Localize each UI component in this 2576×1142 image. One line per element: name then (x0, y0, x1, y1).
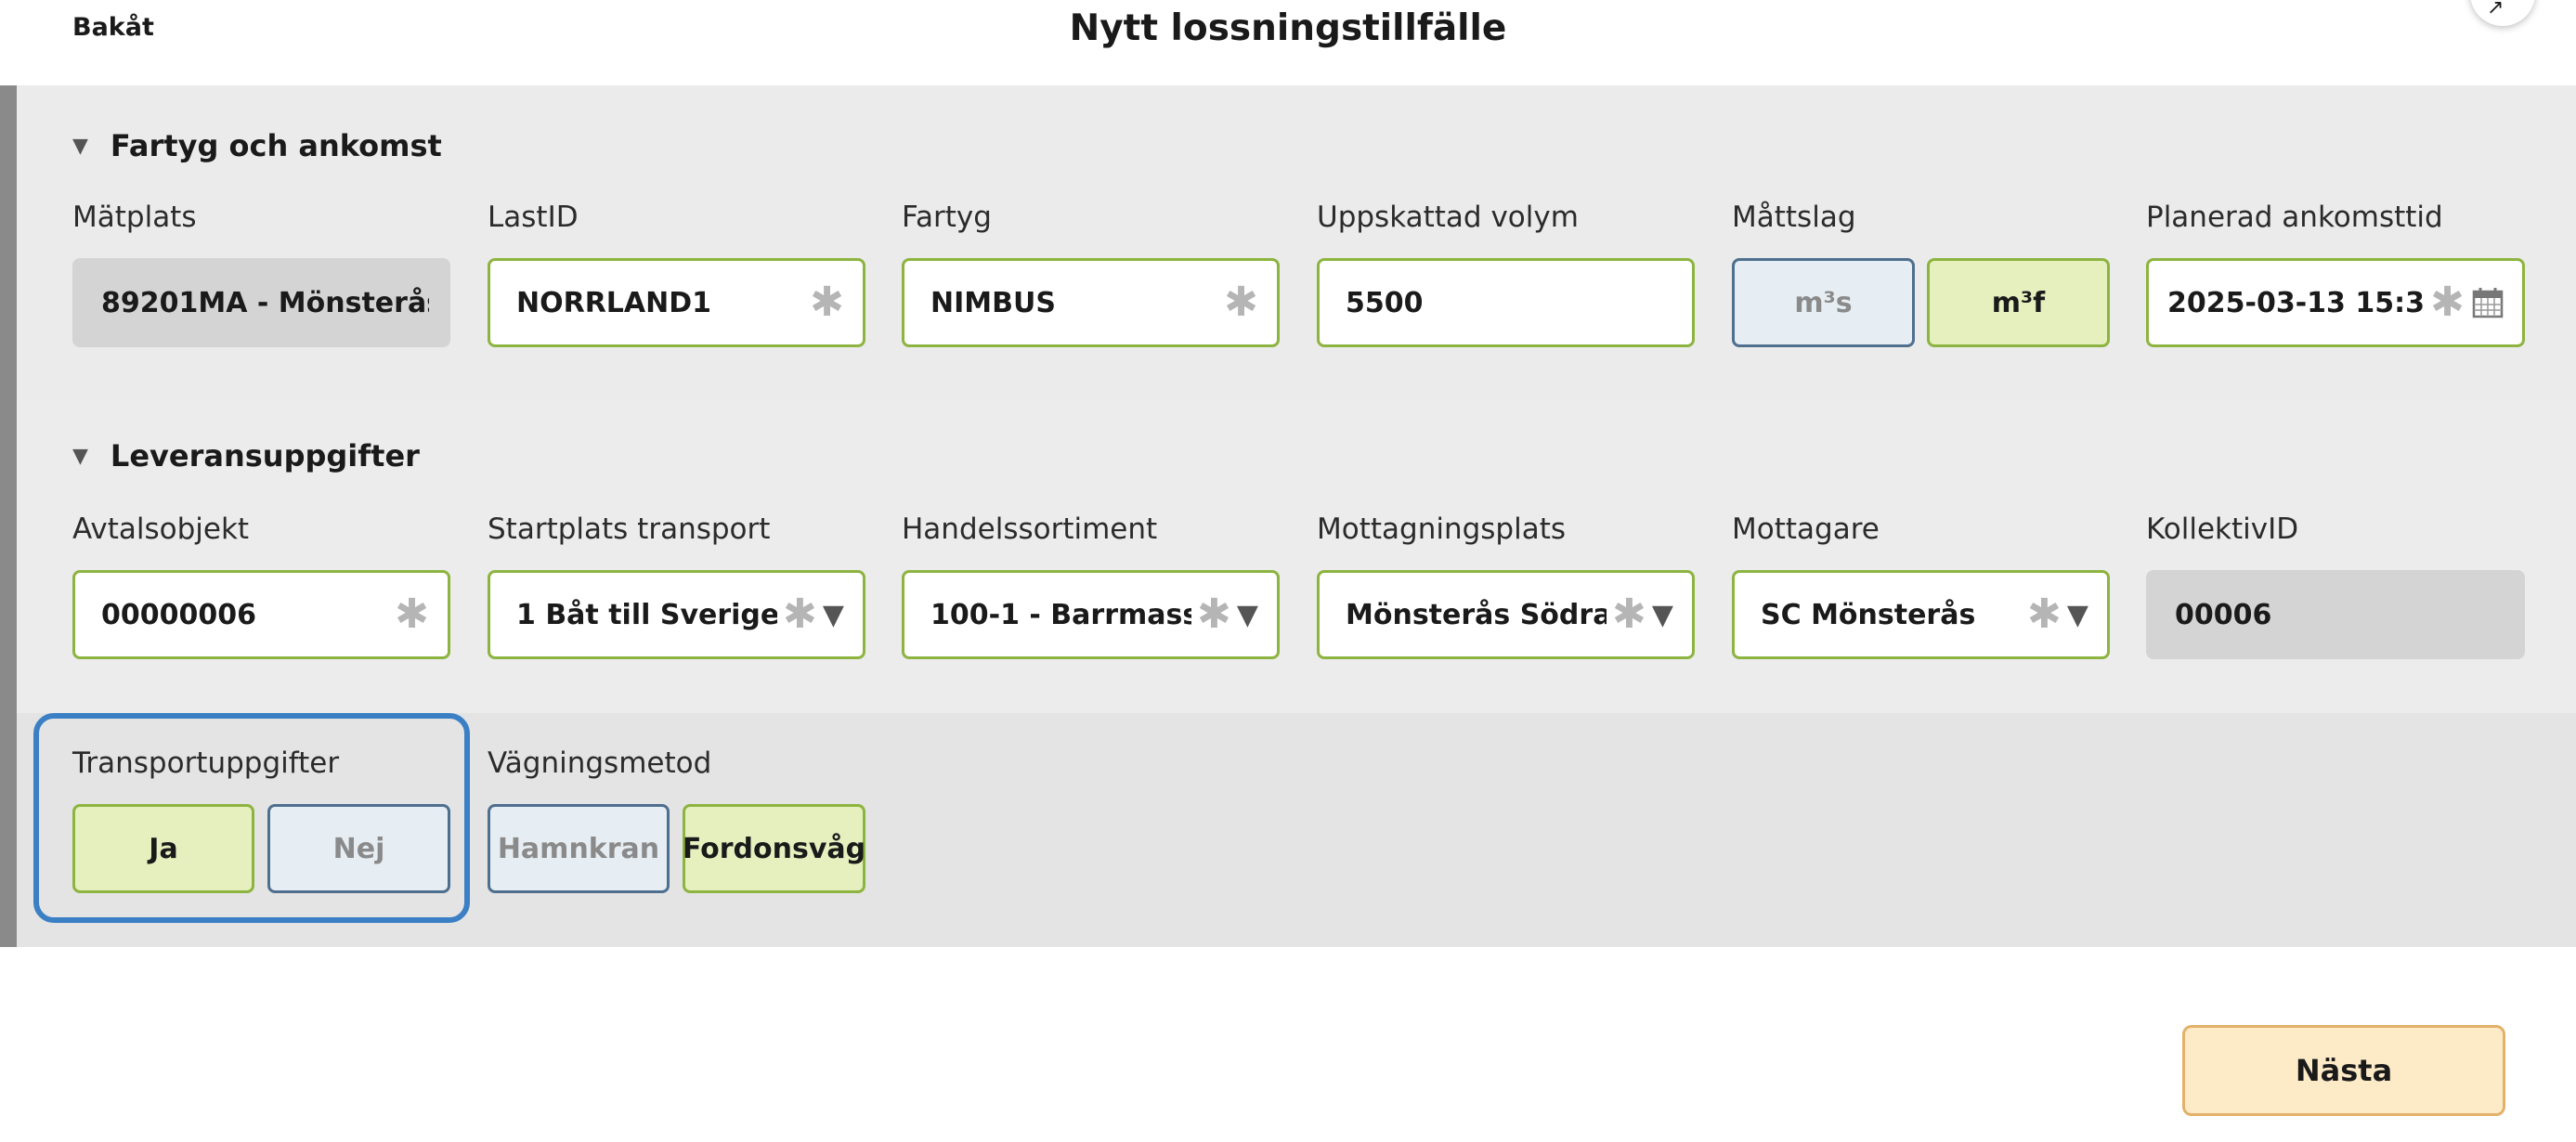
ankomst-value: 2025-03-13 15:30 (2167, 286, 2426, 319)
left-accent-bar (0, 85, 17, 947)
lastid-label: LastID (488, 201, 579, 234)
avtalsobjekt-label: Avtalsobjekt (72, 513, 250, 546)
section-delivery-header[interactable]: ▼ Leveransuppgifter (72, 438, 420, 474)
handelssortiment-value: 100-1 - Barrmassav (930, 598, 1192, 631)
mottagare-select[interactable]: SC Mönsterås ✱ ▼ (1732, 570, 2110, 659)
next-button[interactable]: Nästa (2182, 1025, 2505, 1116)
volym-input[interactable]: 5500 (1317, 258, 1695, 347)
dropdown-arrow-icon[interactable]: ▼ (1652, 599, 1673, 631)
kollektivid-label: KollektivID (2146, 513, 2299, 546)
mattslag-m3f-button[interactable]: m³f (1927, 258, 2110, 347)
ankomst-datetime-input[interactable]: 2025-03-13 15:30 ✱ (2146, 258, 2525, 347)
required-asterisk-icon: ✱ (1612, 590, 1646, 638)
dropdown-arrow-icon[interactable]: ▼ (823, 599, 844, 631)
dropdown-arrow-icon[interactable]: ▼ (2067, 599, 2088, 631)
kollektivid-value: 00006 (2175, 598, 2272, 631)
matplats-value: 89201MA - Mönsterås S (101, 286, 429, 319)
transportuppgifter-label: Transportuppgifter (72, 746, 340, 780)
collapse-triangle-icon: ▼ (72, 444, 88, 468)
ankomst-label: Planerad ankomsttid (2146, 201, 2443, 234)
required-asterisk-icon: ✱ (1224, 279, 1258, 326)
lastid-value: NORRLAND1 (516, 286, 712, 319)
transport-nej-button[interactable]: Nej (267, 804, 450, 893)
required-asterisk-icon: ✱ (783, 590, 817, 638)
calendar-icon[interactable] (2472, 287, 2504, 318)
lastid-input[interactable]: NORRLAND1 ✱ (488, 258, 865, 347)
mottagare-value: SC Mönsterås (1761, 598, 1976, 631)
section-delivery-title: Leveransuppgifter (110, 438, 420, 474)
expand-arrow-icon: ↗ (2487, 0, 2504, 19)
mottagare-label: Mottagare (1732, 513, 1880, 546)
mottagningsplats-value: Mönsterås Södra ( (1346, 598, 1607, 631)
avtalsobjekt-input[interactable]: 00000006 ✱ (72, 570, 450, 659)
kollektivid-field: 00006 (2146, 570, 2525, 659)
required-asterisk-icon: ✱ (1197, 590, 1231, 638)
fartyg-label: Fartyg (902, 201, 992, 234)
mattslag-label: Måttslag (1732, 201, 1856, 234)
startplats-value: 1 Båt till Sverige (516, 598, 778, 631)
fartyg-value: NIMBUS (930, 286, 1056, 319)
matplats-field: 89201MA - Mönsterås S (72, 258, 450, 347)
section-vessel-title: Fartyg och ankomst (110, 128, 442, 163)
required-asterisk-icon: ✱ (395, 590, 429, 638)
transport-ja-button[interactable]: Ja (72, 804, 254, 893)
handelssortiment-label: Handelssortiment (902, 513, 1158, 546)
dropdown-arrow-icon[interactable]: ▼ (1237, 599, 1258, 631)
startplats-label: Startplats transport (488, 513, 771, 546)
required-asterisk-icon: ✱ (810, 279, 844, 326)
vagningsmetod-label: Vägningsmetod (488, 746, 712, 780)
vagning-hamnkran-button[interactable]: Hamnkran (488, 804, 670, 893)
startplats-select[interactable]: 1 Båt till Sverige ✱ ▼ (488, 570, 865, 659)
page-title: Nytt lossningstillfälle (1069, 7, 1507, 49)
mattslag-m3s-button[interactable]: m³s (1732, 258, 1915, 347)
required-asterisk-icon: ✱ (2430, 279, 2465, 326)
avtalsobjekt-value: 00000006 (101, 598, 256, 631)
mottagningsplats-label: Mottagningsplats (1317, 513, 1567, 546)
vagning-fordonsvag-button[interactable]: Fordonsvåg (683, 804, 865, 893)
volym-label: Uppskattad volym (1317, 201, 1579, 234)
volym-value: 5500 (1346, 286, 1424, 319)
collapse-triangle-icon: ▼ (72, 134, 88, 158)
matplats-label: Mätplats (72, 201, 197, 234)
fartyg-input[interactable]: NIMBUS ✱ (902, 258, 1280, 347)
section-vessel-header[interactable]: ▼ Fartyg och ankomst (72, 128, 442, 163)
required-asterisk-icon: ✱ (2027, 590, 2062, 638)
handelssortiment-select[interactable]: 100-1 - Barrmassav ✱ ▼ (902, 570, 1280, 659)
mottagningsplats-select[interactable]: Mönsterås Södra ( ✱ ▼ (1317, 570, 1695, 659)
